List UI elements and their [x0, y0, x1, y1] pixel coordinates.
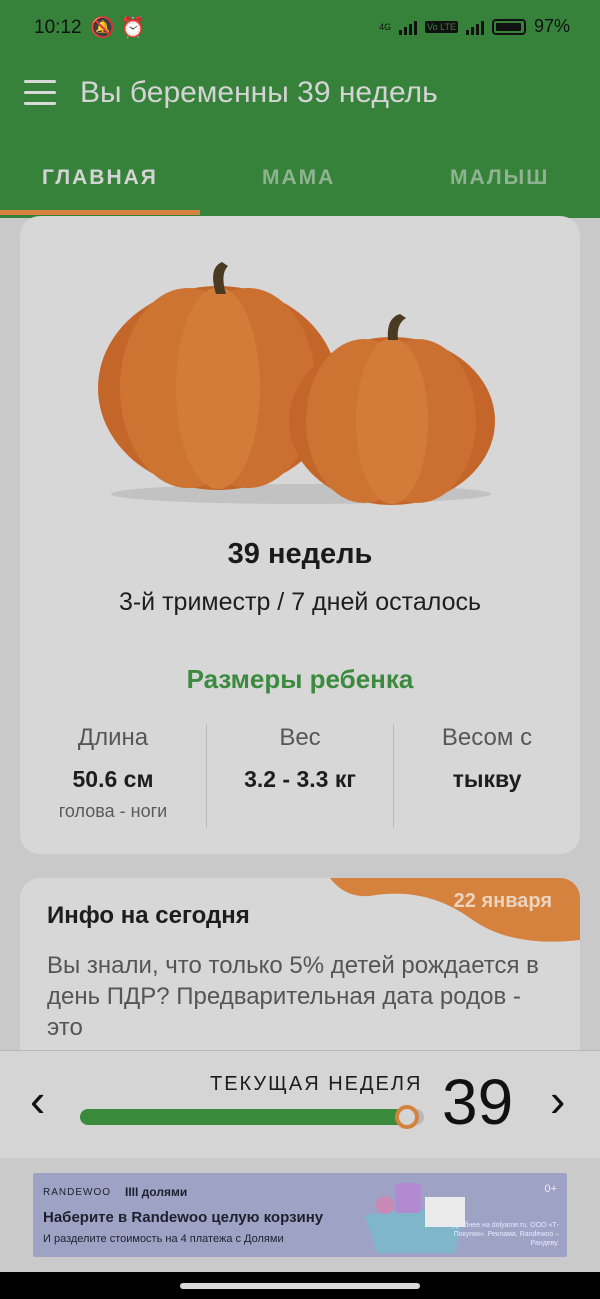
- ad-legal-text: Подробнее на dolyame.ru. ООО «Т-Покупки»…: [443, 1222, 559, 1247]
- weight-column: Вес 3.2 - 3.3 кг: [207, 724, 393, 793]
- signal-icon: [399, 19, 418, 35]
- info-title: Инфо на сегодня: [47, 902, 250, 929]
- app-bar: Вы беременны 39 недель ГЛАВНАЯ МАМА МАЛЫ…: [0, 58, 600, 218]
- home-gesture-handle[interactable]: [180, 1283, 420, 1289]
- next-week-button[interactable]: ›: [550, 1077, 565, 1123]
- weight-value: 3.2 - 3.3 кг: [244, 766, 356, 792]
- status-bar: 10:12 🔕⏰ 4G Vo LTE 97%: [0, 0, 600, 58]
- ad-partner: IIII долями: [125, 1185, 188, 1199]
- length-label: Длина: [77, 724, 149, 751]
- system-nav-bar: [0, 1272, 600, 1299]
- ad-age-rating: 0+: [544, 1183, 557, 1195]
- tab-indicator: [0, 210, 200, 215]
- ad-brand: RANDEWOO: [43, 1187, 111, 1198]
- menu-icon[interactable]: [24, 80, 56, 108]
- status-notification-icons: 🔕⏰: [90, 17, 152, 39]
- trimester-info: 3-й триместр / 7 дней осталось: [118, 588, 482, 616]
- length-value: 50.6 см: [72, 766, 154, 792]
- weeks-count: 39 недель: [227, 538, 373, 570]
- info-date: 22 января: [453, 890, 552, 912]
- weight-label: Вес: [279, 724, 321, 751]
- week-progress-fill: [80, 1109, 407, 1125]
- ad-area: RANDEWOO IIII долями Наберите в Randewoo…: [0, 1158, 600, 1272]
- compare-label: Весом с: [441, 724, 533, 751]
- volte-icon: Vo LTE: [425, 20, 458, 33]
- week-card: 39 недель 3-й триместр / 7 дней осталось…: [20, 216, 580, 854]
- compare-column: Весом с тыкву: [394, 724, 580, 793]
- ad-banner[interactable]: RANDEWOO IIII долями Наберите в Randewoo…: [33, 1173, 567, 1257]
- baby-sizes-title: Размеры ребенка: [186, 664, 414, 694]
- slider-handle[interactable]: [395, 1105, 419, 1129]
- ad-headline: Наберите в Randewoo целую корзину: [43, 1209, 324, 1226]
- length-column: Длина 50.6 см голова - ноги: [20, 724, 206, 822]
- current-week-label: ТЕКУЩАЯ НЕДЕЛЯ: [210, 1073, 423, 1095]
- compare-value: тыкву: [452, 766, 522, 792]
- prev-week-button[interactable]: ‹: [30, 1077, 45, 1123]
- length-sub: голова - ноги: [58, 801, 168, 821]
- signal-icon-2: [465, 19, 484, 35]
- status-right: 4G Vo LTE 97%: [379, 16, 570, 37]
- tab-baby[interactable]: МАЛЫШ: [450, 166, 549, 190]
- week-progress-slider[interactable]: [80, 1105, 424, 1129]
- page-title: Вы беременны 39 недель: [80, 76, 438, 109]
- current-week-number: 39: [442, 1066, 514, 1138]
- pumpkin-image: [98, 262, 495, 505]
- network-4g-icon: 4G: [379, 21, 392, 32]
- status-time: 10:12: [34, 17, 82, 38]
- ad-subtext: И разделите стоимость на 4 платежа с Дол…: [43, 1233, 284, 1245]
- battery-percent: 97%: [533, 16, 570, 36]
- tab-mom[interactable]: МАМА: [262, 166, 335, 190]
- week-selector: ‹ ТЕКУЩАЯ НЕДЕЛЯ 39 ›: [0, 1050, 600, 1159]
- battery-icon: [491, 18, 526, 35]
- tab-main[interactable]: ГЛАВНАЯ: [42, 166, 158, 190]
- info-text: Вы знали, что только 5% детей рождается …: [47, 952, 539, 1041]
